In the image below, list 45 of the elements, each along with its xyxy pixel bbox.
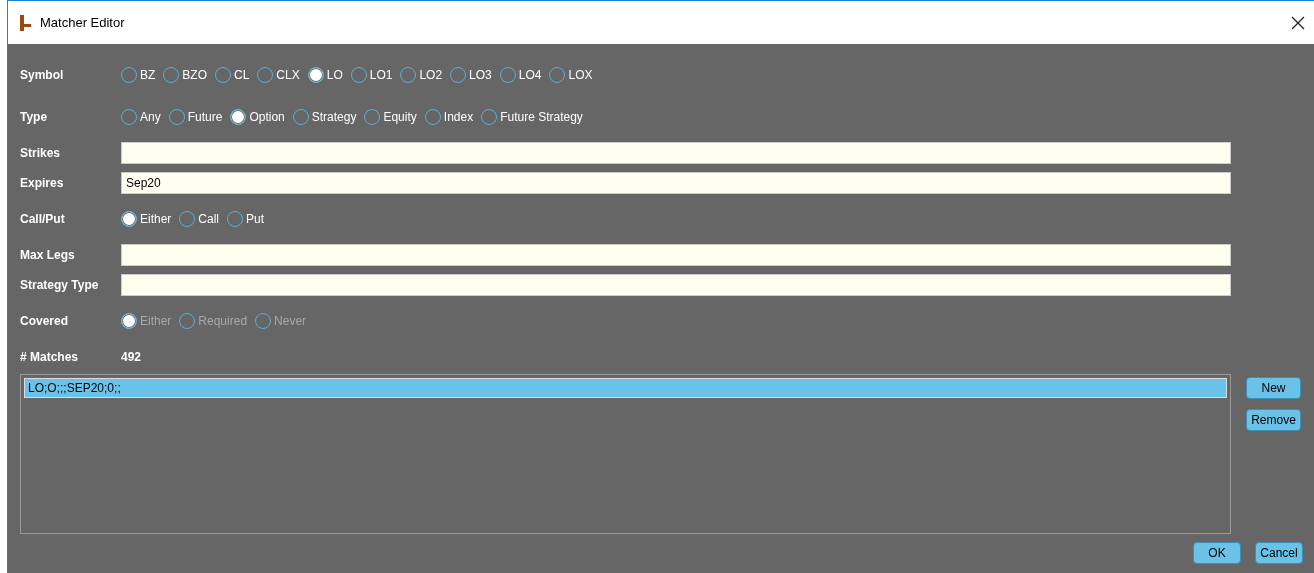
radio-option: Never <box>255 313 307 329</box>
list-action-button[interactable]: New <box>1246 377 1301 399</box>
field-label: Strikes <box>20 146 62 160</box>
match-count: 492 <box>121 350 142 364</box>
radio-option[interactable]: CL <box>215 67 250 83</box>
radio-option[interactable]: LO1 <box>350 67 393 83</box>
radio-option[interactable]: Strategy <box>292 109 357 125</box>
text-field[interactable]: Sep20 <box>121 172 1231 194</box>
radio-option[interactable]: LO3 <box>450 67 492 83</box>
radio-option[interactable]: Put <box>227 211 265 227</box>
radio-option[interactable]: Call <box>179 211 220 227</box>
radio-option[interactable]: Future Strategy <box>481 109 583 125</box>
radio-option[interactable]: Either <box>121 211 172 227</box>
radio-option[interactable]: BZ <box>121 67 156 83</box>
radio-option[interactable]: LO4 <box>499 67 542 83</box>
list-item[interactable]: LO;O;;;SEP20;0;; <box>24 378 1227 398</box>
field-label: Strategy Type <box>20 278 100 292</box>
field-label: Max Legs <box>20 248 76 262</box>
field-label: # Matches <box>20 350 80 364</box>
radio-option[interactable]: LO2 <box>400 67 443 83</box>
text-field[interactable] <box>121 142 1231 164</box>
field-label: Covered <box>20 314 70 328</box>
radio-option[interactable]: LO <box>307 67 343 83</box>
radio-option[interactable]: Any <box>121 109 161 125</box>
dialog-button[interactable]: Cancel <box>1255 542 1303 564</box>
window-title: Matcher Editor <box>40 15 126 30</box>
radio-option: Required <box>179 313 248 329</box>
radio-option[interactable]: Future <box>168 109 223 125</box>
dialog-button[interactable]: OK <box>1193 542 1241 564</box>
field-label: Type <box>20 110 49 124</box>
app-icon <box>18 13 32 32</box>
radio-option[interactable]: Index <box>424 109 474 125</box>
field-label: Call/Put <box>20 212 66 226</box>
field-label: Expires <box>20 176 65 190</box>
text-field[interactable] <box>121 244 1231 266</box>
close-icon[interactable] <box>1291 15 1305 30</box>
field-label: Symbol <box>20 68 65 82</box>
radio-option[interactable]: Option <box>230 109 285 125</box>
radio-option[interactable]: LOX <box>549 67 593 83</box>
text-field[interactable] <box>121 274 1231 296</box>
radio-option[interactable]: Equity <box>364 109 417 125</box>
radio-option[interactable]: BZO <box>163 67 207 83</box>
list-action-button[interactable]: Remove <box>1246 409 1301 431</box>
radio-option[interactable]: CLX <box>257 67 300 83</box>
radio-option: Either <box>121 313 172 329</box>
